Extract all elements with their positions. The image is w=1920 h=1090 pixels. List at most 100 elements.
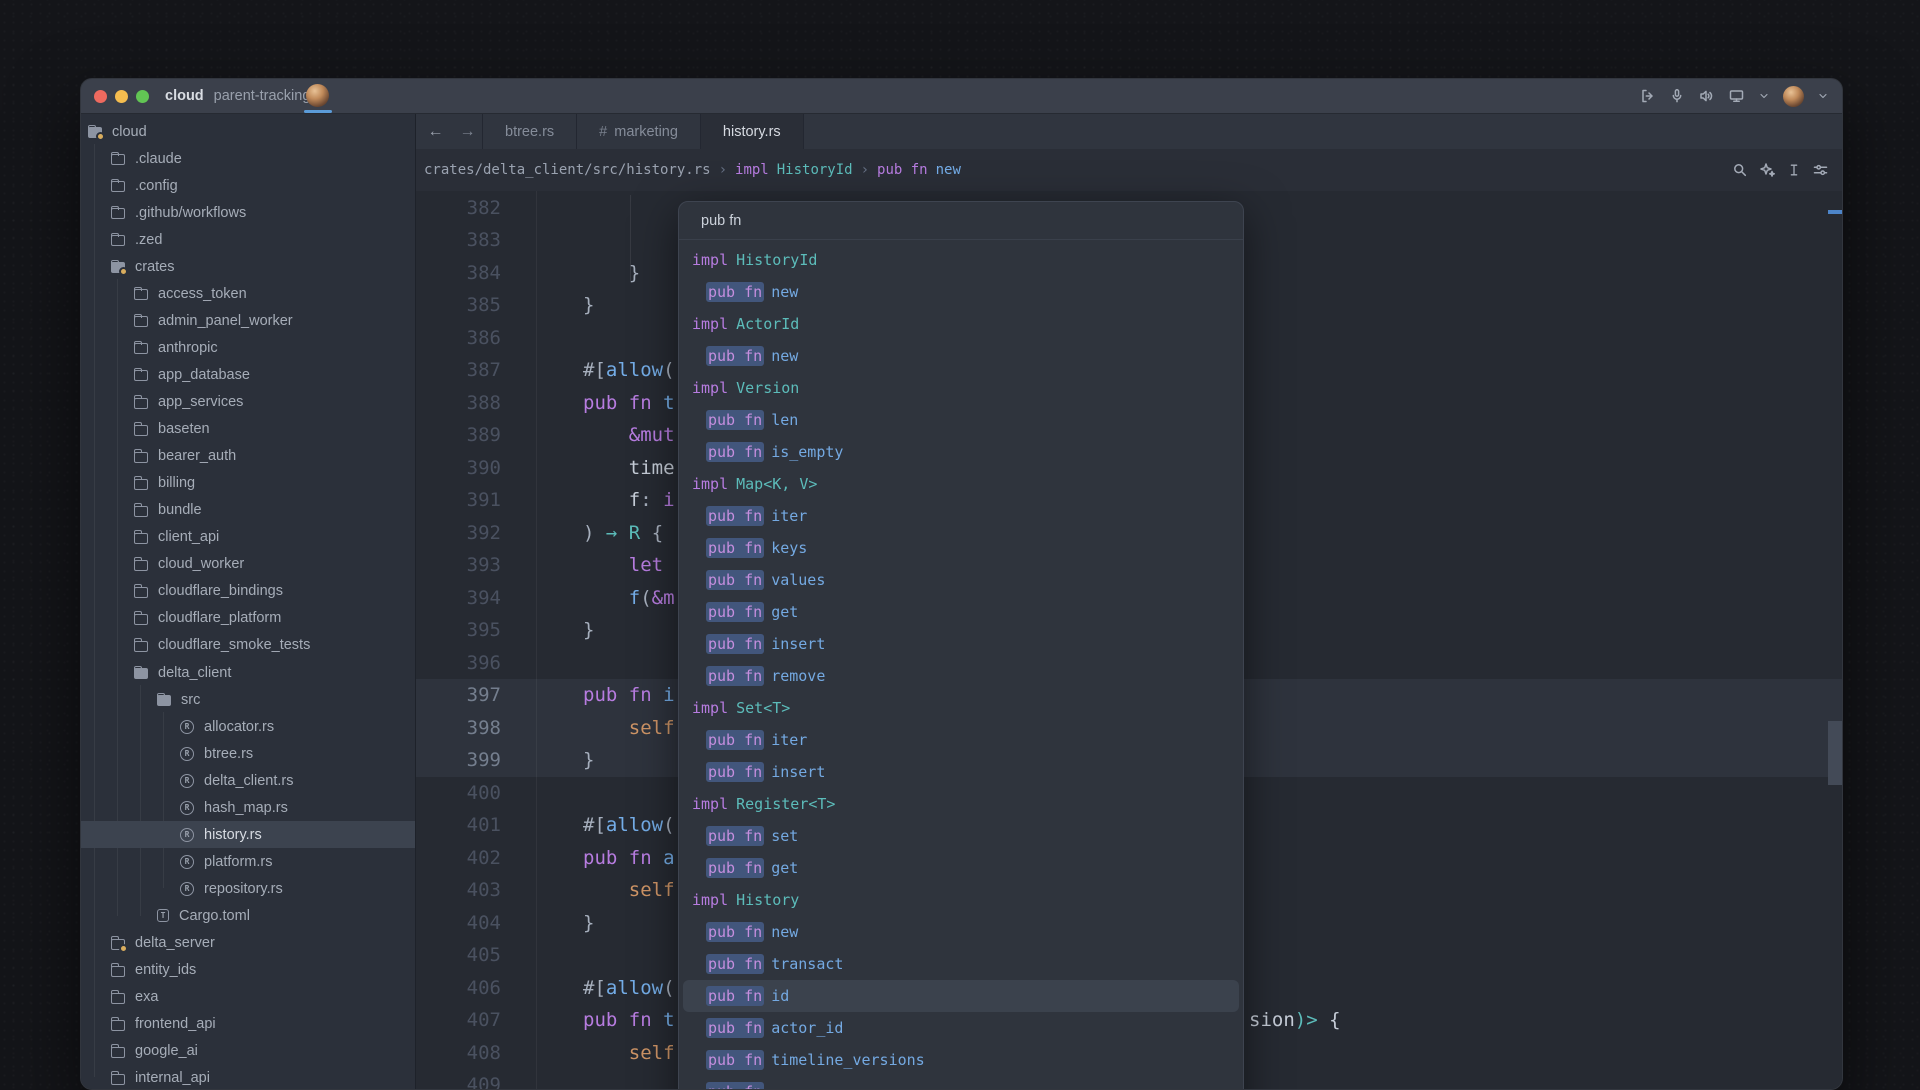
outline-item-keys[interactable]: pub fnkeys (679, 532, 1243, 564)
code-text: } (583, 744, 594, 777)
tree-item-cloudflare-platform[interactable]: cloudflare_platform (81, 605, 415, 632)
outline-section-history[interactable]: implHistory (679, 884, 1243, 916)
outline-item-get[interactable]: pub fnget (679, 852, 1243, 884)
outline-item-insert[interactable]: pub fninsert (679, 756, 1243, 788)
outline-item-iter[interactable]: pub fniter (679, 500, 1243, 532)
tree-item-config[interactable]: .config (81, 172, 415, 199)
tree-item-entity-ids[interactable]: entity_ids (81, 957, 415, 984)
tree-item-app-database[interactable]: app_database (81, 361, 415, 388)
tree-item-delta-client[interactable]: delta_client (81, 659, 415, 686)
tree-item-access-token[interactable]: access_token (81, 280, 415, 307)
zoom-window-button[interactable] (136, 90, 149, 103)
outline-item-get[interactable]: pub fnget (679, 596, 1243, 628)
tree-item-zed[interactable]: .zed (81, 226, 415, 253)
tree-item-platform-rs[interactable]: Rplatform.rs (81, 848, 415, 875)
breadcrumb-segment[interactable]: crates/delta_client/src/history.rs (424, 162, 711, 178)
tree-item-cloudflare-smoke-tests[interactable]: cloudflare_smoke_tests (81, 632, 415, 659)
outline-section-map-k-v[interactable]: implMap<K, V> (679, 468, 1243, 500)
tree-item-repository-rs[interactable]: Rrepository.rs (81, 875, 415, 902)
outline-item-new[interactable]: pub fnnew (679, 916, 1243, 948)
outline-item-iter[interactable]: pub fniter (679, 724, 1243, 756)
tree-item-cloud[interactable]: cloud (81, 118, 415, 145)
tree-item-exa[interactable]: exa (81, 984, 415, 1011)
outline-item-is-empty[interactable]: pub fnis_empty (679, 436, 1243, 468)
folder-icon (111, 233, 125, 246)
tree-item-baseten[interactable]: baseten (81, 416, 415, 443)
outline-search-input[interactable]: pub fn (679, 202, 1243, 240)
tree-item-src[interactable]: src (81, 686, 415, 713)
tree-item-frontend-api[interactable]: frontend_api (81, 1011, 415, 1038)
tree-item-allocator-rs[interactable]: Rallocator.rs (81, 713, 415, 740)
tree-item-internal-api[interactable]: internal_api (81, 1065, 415, 1090)
navigate-back-icon[interactable]: ← (428, 123, 444, 141)
outline-item-transact[interactable]: pub fntransact (679, 948, 1243, 980)
breadcrumb-segment[interactable]: new (936, 162, 961, 178)
user-avatar[interactable] (1783, 86, 1804, 107)
breadcrumb-segment[interactable]: HistoryId (777, 162, 853, 178)
outline-section-historyid[interactable]: implHistoryId (679, 244, 1243, 276)
tree-item-billing[interactable]: billing (81, 470, 415, 497)
tree-item-cloudflare-bindings[interactable]: cloudflare_bindings (81, 578, 415, 605)
tab-marketing[interactable]: #marketing (577, 114, 701, 149)
sign-out-icon[interactable] (1639, 88, 1656, 104)
outline-section-register-t[interactable]: implRegister<T> (679, 788, 1243, 820)
search-icon[interactable] (1732, 162, 1748, 178)
navigate-forward-icon[interactable]: → (460, 123, 476, 141)
collaborator-avatar[interactable] (306, 84, 329, 107)
breadcrumb-segment[interactable]: pub fn (877, 162, 928, 178)
outline-item-new[interactable]: pub fnnew (679, 340, 1243, 372)
outline-section-set-t[interactable]: implSet<T> (679, 692, 1243, 724)
outline-item-len[interactable]: pub fnlen (679, 404, 1243, 436)
outline-item-timeline-versions[interactable]: pub fntimeline_versions (679, 1044, 1243, 1076)
tree-item-app-services[interactable]: app_services (81, 389, 415, 416)
outline-item-set[interactable]: pub fnset (679, 820, 1243, 852)
tree-item-btree-rs[interactable]: Rbtree.rs (81, 740, 415, 767)
tree-item-history-rs[interactable]: Rhistory.rs (81, 821, 415, 848)
outline-item-values[interactable]: pub fnvalues (679, 564, 1243, 596)
tree-item-google-ai[interactable]: google_ai (81, 1038, 415, 1065)
tree-item-bearer-auth[interactable]: bearer_auth (81, 443, 415, 470)
outline-item-remove[interactable]: pub fnremove (679, 660, 1243, 692)
editor-scrollbar[interactable] (1828, 191, 1842, 1090)
tree-item-bundle[interactable]: bundle (81, 497, 415, 524)
outline-section-version[interactable]: implVersion (679, 372, 1243, 404)
tree-item-crates[interactable]: crates (81, 253, 415, 280)
speaker-icon[interactable] (1698, 88, 1715, 104)
minimize-window-button[interactable] (115, 90, 128, 103)
folder-icon (134, 585, 148, 598)
outline-item-new[interactable]: pub fnnew (679, 276, 1243, 308)
outline-item-insert[interactable]: pub fninsert (679, 628, 1243, 660)
text-cursor-icon[interactable] (1787, 162, 1801, 178)
tree-item-client-api[interactable]: client_api (81, 524, 415, 551)
tree-item-claude[interactable]: .claude (81, 145, 415, 172)
tab-btree-rs[interactable]: btree.rs (483, 114, 577, 149)
rust-file-icon: R (180, 828, 194, 842)
outline-item-actor-id[interactable]: pub fnactor_id (679, 1012, 1243, 1044)
breadcrumb-segment[interactable]: impl (735, 162, 769, 178)
tree-item-anthropic[interactable]: anthropic (81, 334, 415, 361)
screen-share-icon[interactable] (1728, 88, 1745, 104)
sparkles-icon[interactable] (1759, 162, 1776, 178)
outline-item-id[interactable]: pub fnid (683, 980, 1239, 1012)
tree-item-delta-client-rs[interactable]: Rdelta_client.rs (81, 767, 415, 794)
filters-icon[interactable] (1812, 162, 1829, 178)
project-name[interactable]: cloud (165, 88, 204, 104)
scrollbar-thumb[interactable] (1828, 721, 1842, 785)
tree-item-label: cloud_worker (158, 556, 244, 572)
rust-file-icon: R (180, 747, 194, 761)
tree-item-hash-map-rs[interactable]: Rhash_map.rs (81, 794, 415, 821)
outline-item-item[interactable]: pub fn (679, 1076, 1243, 1090)
chevron-down-icon[interactable] (1758, 90, 1770, 102)
breadcrumb[interactable]: crates/delta_client/src/history.rs›implH… (424, 162, 961, 178)
tree-item-delta-server[interactable]: delta_server (81, 930, 415, 957)
tree-item-admin-panel-worker[interactable]: admin_panel_worker (81, 307, 415, 334)
close-window-button[interactable] (94, 90, 107, 103)
tree-item-cloud-worker[interactable]: cloud_worker (81, 551, 415, 578)
tree-item-cargo-toml[interactable]: TCargo.toml (81, 902, 415, 929)
tree-item-github-workflows[interactable]: .github/workflows (81, 199, 415, 226)
mic-icon[interactable] (1669, 88, 1685, 104)
type-name: Register<T> (736, 795, 835, 813)
chevron-down-icon[interactable] (1817, 90, 1829, 102)
tab-history-rs[interactable]: history.rs (701, 114, 804, 149)
outline-section-actorid[interactable]: implActorId (679, 308, 1243, 340)
